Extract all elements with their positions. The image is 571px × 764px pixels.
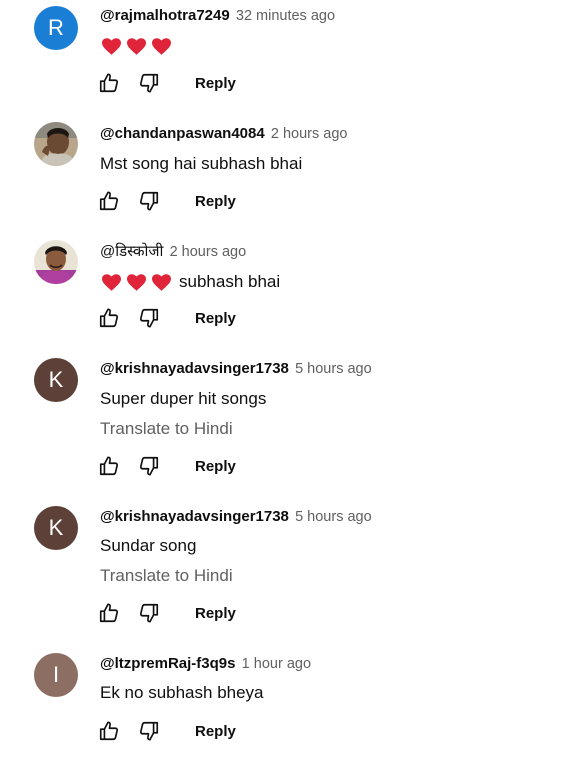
comment-text: Mst song hai subhash bhai — [100, 154, 303, 173]
comments-list: R @rajmalhotra7249 32 minutes ago Reply — [0, 0, 571, 764]
reply-button[interactable]: Reply — [195, 310, 236, 327]
heart-icon — [102, 38, 121, 55]
heart-icon — [127, 273, 146, 291]
thumbs-up-icon[interactable] — [98, 190, 120, 212]
avatar[interactable]: R — [34, 6, 78, 50]
comment-author[interactable]: @ltzpremRaj-f3q9s — [100, 655, 236, 672]
reply-button[interactable]: Reply — [195, 75, 236, 92]
comment-actions: Reply — [98, 306, 236, 330]
dislike-button[interactable] — [138, 190, 160, 212]
comment-item: K @krishnayadavsinger1738 5 hours ago Su… — [0, 353, 571, 493]
thumbs-down-icon[interactable] — [138, 602, 160, 624]
comment-text: Sundar song — [100, 536, 197, 555]
comment-item: @डिस्कोजी 2 hours ago subhash bhai Reply — [0, 236, 571, 346]
reply-button[interactable]: Reply — [195, 723, 236, 740]
thumbs-up-icon[interactable] — [98, 455, 120, 477]
comment-header: @ltzpremRaj-f3q9s 1 hour ago — [100, 654, 311, 674]
comment-header: @krishnayadavsinger1738 5 hours ago — [100, 507, 372, 527]
dislike-button[interactable] — [138, 307, 160, 329]
comment-timestamp[interactable]: 5 hours ago — [295, 361, 372, 377]
comment-text-trailing: subhash bhai — [179, 272, 281, 291]
thumbs-up-icon[interactable] — [98, 72, 120, 94]
thumbs-up-icon[interactable] — [98, 720, 120, 742]
heart-icon — [102, 273, 121, 291]
thumbs-up-icon[interactable] — [98, 602, 120, 624]
avatar[interactable] — [34, 122, 78, 166]
comment-timestamp[interactable]: 5 hours ago — [295, 509, 372, 525]
comment-timestamp[interactable]: 32 minutes ago — [236, 8, 335, 24]
avatar-letter: I — [52, 662, 60, 687]
comment-author[interactable]: @krishnayadavsinger1738 — [100, 360, 289, 377]
comment-actions: Reply — [98, 454, 236, 478]
thumbs-down-icon[interactable] — [138, 720, 160, 742]
avatar-letter: K — [48, 367, 64, 392]
avatar-photo — [34, 240, 78, 284]
dislike-button[interactable] — [138, 720, 160, 742]
avatar[interactable]: K — [34, 358, 78, 402]
comment-header: @rajmalhotra7249 32 minutes ago — [100, 6, 335, 26]
dislike-button[interactable] — [138, 602, 160, 624]
comment-timestamp[interactable]: 1 hour ago — [242, 656, 311, 672]
thumbs-down-icon[interactable] — [138, 190, 160, 212]
comment-actions: Reply — [98, 719, 236, 743]
reply-button[interactable]: Reply — [195, 458, 236, 475]
comment-actions: Reply — [98, 71, 236, 95]
comment-header: @krishnayadavsinger1738 5 hours ago — [100, 359, 372, 379]
comment-timestamp[interactable]: 2 hours ago — [170, 244, 247, 260]
comment-item: I @ltzpremRaj-f3q9s 1 hour ago Ek no sub… — [0, 648, 571, 764]
avatar-photo — [34, 122, 78, 166]
comment-item: R @rajmalhotra7249 32 minutes ago Reply — [0, 0, 571, 110]
heart-icon — [152, 38, 171, 55]
avatar[interactable]: I — [34, 653, 78, 697]
thumbs-down-icon[interactable] — [138, 307, 160, 329]
comment-item: @chandanpaswan4084 2 hours ago Mst song … — [0, 118, 571, 228]
avatar-letter: R — [48, 15, 64, 40]
avatar[interactable] — [34, 240, 78, 284]
comment-author[interactable]: @chandanpaswan4084 — [100, 125, 265, 142]
reply-button[interactable]: Reply — [195, 193, 236, 210]
avatar-letter: K — [48, 515, 64, 540]
comment-text: Super duper hit songs — [100, 389, 267, 408]
comment-timestamp[interactable]: 2 hours ago — [271, 126, 348, 142]
comment-header: @chandanpaswan4084 2 hours ago — [100, 124, 347, 144]
thumbs-down-icon[interactable] — [138, 455, 160, 477]
comment-text — [102, 38, 177, 55]
comment-author[interactable]: @rajmalhotra7249 — [100, 7, 230, 24]
comment-author[interactable]: @डिस्कोजी — [100, 243, 163, 260]
comment-author[interactable]: @krishnayadavsinger1738 — [100, 508, 289, 525]
thumbs-down-icon[interactable] — [138, 72, 160, 94]
comment-text: subhash bhai — [102, 271, 280, 293]
comment-text: Ek no subhash bheya — [100, 683, 264, 702]
heart-icon — [127, 38, 146, 55]
comment-actions: Reply — [98, 601, 236, 625]
comment-header: @डिस्कोजी 2 hours ago — [100, 242, 246, 262]
translate-link[interactable]: Translate to Hindi — [100, 565, 233, 587]
dislike-button[interactable] — [138, 455, 160, 477]
translate-link[interactable]: Translate to Hindi — [100, 418, 233, 440]
comment-item: K @krishnayadavsinger1738 5 hours ago Su… — [0, 501, 571, 641]
thumbs-up-icon[interactable] — [98, 307, 120, 329]
reply-button[interactable]: Reply — [195, 605, 236, 622]
dislike-button[interactable] — [138, 72, 160, 94]
avatar[interactable]: K — [34, 506, 78, 550]
heart-icon — [152, 273, 171, 291]
comment-actions: Reply — [98, 189, 236, 213]
